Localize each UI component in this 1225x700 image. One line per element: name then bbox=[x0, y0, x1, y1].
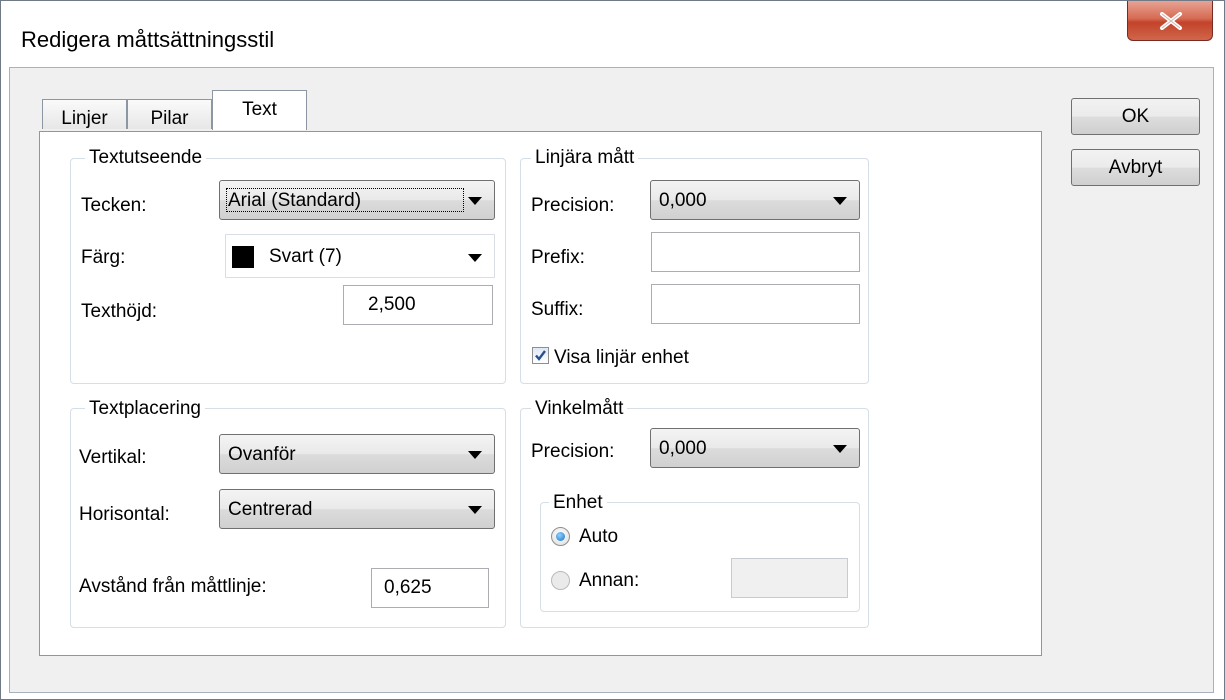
close-button[interactable] bbox=[1127, 1, 1213, 41]
chevron-down-icon bbox=[833, 445, 847, 453]
angular-precision-label: Precision: bbox=[531, 441, 615, 462]
ok-button[interactable]: OK bbox=[1071, 98, 1200, 135]
offset-label: Avstånd från måttlinje: bbox=[79, 576, 267, 597]
tab-pilar[interactable]: Pilar bbox=[127, 99, 212, 129]
cancel-button[interactable]: Avbryt bbox=[1071, 149, 1200, 186]
suffix-field[interactable] bbox=[651, 284, 860, 324]
show-unit-checkbox[interactable] bbox=[532, 347, 549, 364]
vertical-dropdown[interactable]: Ovanför bbox=[219, 434, 495, 474]
chevron-down-icon bbox=[468, 451, 482, 459]
horizontal-label: Horisontal: bbox=[79, 504, 170, 525]
angular-precision-value: 0,000 bbox=[659, 438, 707, 459]
vertical-dropdown-value: Ovanför bbox=[228, 444, 296, 465]
close-icon bbox=[1160, 12, 1182, 30]
group-linear-legend: Linjära mått bbox=[531, 147, 639, 169]
color-swatch bbox=[232, 246, 254, 268]
radio-selected-dot bbox=[556, 532, 565, 541]
unit-other-field[interactable] bbox=[731, 558, 848, 598]
chevron-down-icon bbox=[468, 254, 482, 262]
text-height-label: Texthöjd: bbox=[81, 301, 158, 322]
unit-other-radio[interactable] bbox=[551, 571, 570, 590]
linear-precision-value: 0,000 bbox=[659, 190, 707, 211]
angular-precision-dropdown[interactable]: 0,000 bbox=[650, 428, 860, 468]
unit-auto-radio[interactable] bbox=[551, 527, 570, 546]
dialog-window: Redigera måttsättningsstil Linjer Pilar … bbox=[0, 0, 1225, 700]
chevron-down-icon bbox=[468, 506, 482, 514]
checkmark-icon bbox=[535, 350, 546, 361]
prefix-field[interactable] bbox=[651, 232, 860, 272]
text-height-value: 2,500 bbox=[368, 294, 416, 315]
unit-other-label: Annan: bbox=[579, 570, 640, 591]
tab-linjer[interactable]: Linjer bbox=[42, 99, 127, 129]
tab-text[interactable]: Text bbox=[212, 90, 307, 130]
show-unit-label: Visa linjär enhet bbox=[554, 347, 689, 368]
color-label: Färg: bbox=[81, 247, 126, 268]
group-unit-legend: Enhet bbox=[549, 492, 607, 514]
unit-auto-label: Auto bbox=[579, 526, 619, 547]
font-label: Tecken: bbox=[81, 195, 147, 216]
font-dropdown[interactable]: Arial (Standard) bbox=[219, 180, 495, 220]
offset-field[interactable]: 0,625 bbox=[371, 568, 489, 608]
horizontal-dropdown[interactable]: Centrerad bbox=[219, 489, 495, 529]
linear-precision-dropdown[interactable]: 0,000 bbox=[650, 180, 860, 220]
prefix-label: Prefix: bbox=[531, 247, 585, 268]
chevron-down-icon bbox=[468, 197, 482, 205]
linear-precision-label: Precision: bbox=[531, 195, 615, 216]
offset-value: 0,625 bbox=[384, 577, 432, 598]
suffix-label: Suffix: bbox=[531, 299, 584, 320]
group-angular-legend: Vinkelmått bbox=[531, 398, 628, 420]
font-dropdown-value: Arial (Standard) bbox=[228, 190, 362, 211]
window-title: Redigera måttsättningsstil bbox=[21, 27, 275, 52]
chevron-down-icon bbox=[833, 197, 847, 205]
vertical-label: Vertikal: bbox=[79, 447, 147, 468]
horizontal-dropdown-value: Centrerad bbox=[228, 499, 313, 520]
group-text-placement-legend: Textplacering bbox=[85, 398, 205, 420]
group-text-appearance-legend: Textutseende bbox=[85, 147, 207, 169]
text-height-field[interactable]: 2,500 bbox=[343, 285, 493, 325]
color-dropdown-value: Svart (7) bbox=[269, 246, 342, 267]
color-dropdown[interactable]: Svart (7) bbox=[225, 234, 495, 278]
